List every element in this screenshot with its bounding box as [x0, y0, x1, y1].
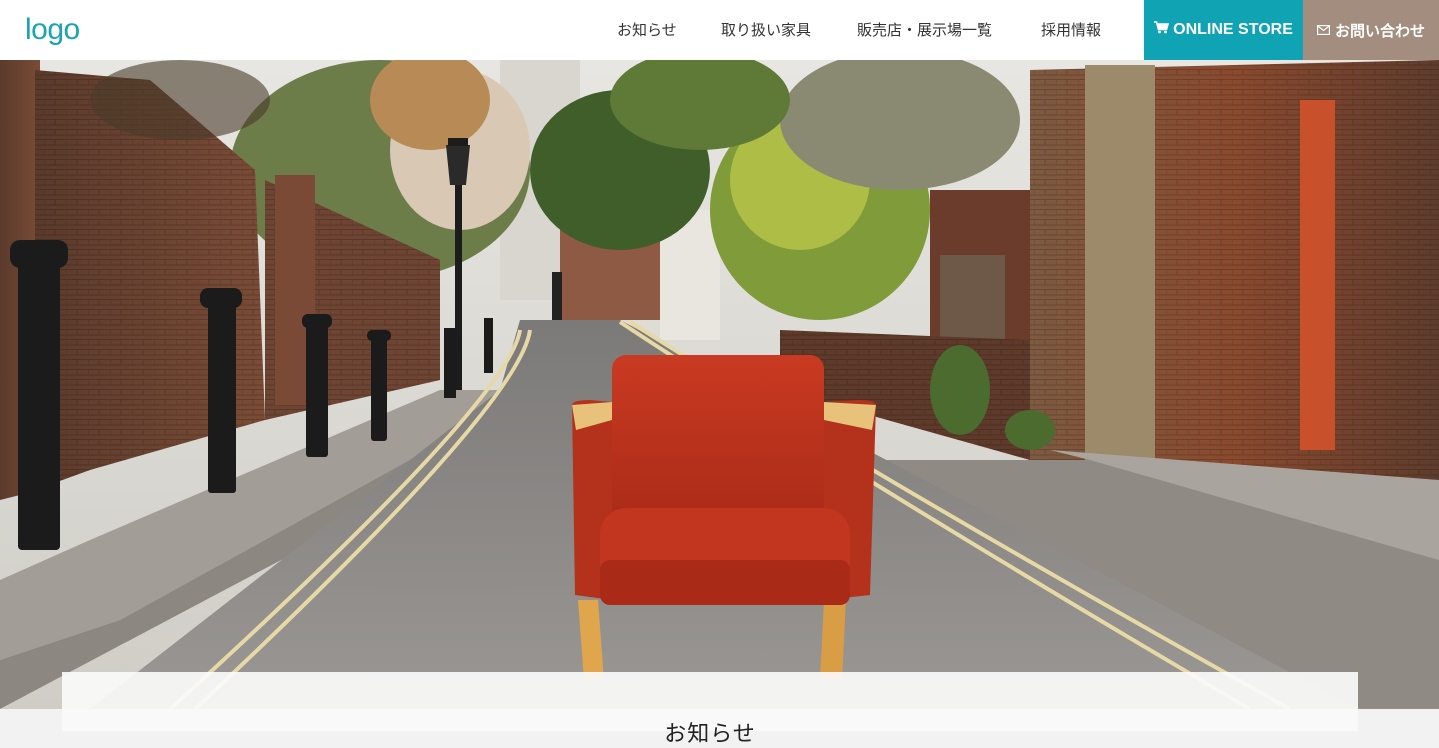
contact-button[interactable]: お問い合わせ — [1303, 0, 1439, 60]
hero-image — [0, 60, 1439, 709]
online-store-label: ONLINE STORE — [1173, 21, 1293, 38]
cart-icon — [1154, 21, 1170, 39]
online-store-button[interactable]: ONLINE STORE — [1144, 0, 1303, 60]
nav-item-furniture[interactable]: 取り扱い家具 — [721, 0, 811, 60]
news-section: お知らせ — [62, 672, 1358, 747]
site-header: logo お知らせ 取り扱い家具 販売店・展示場一覧 採用情報 ONLINE S… — [0, 0, 1439, 60]
news-heading: お知らせ — [664, 722, 756, 747]
nav-item-stores[interactable]: 販売店・展示場一覧 — [857, 0, 992, 60]
nav-item-recruit[interactable]: 採用情報 — [1041, 0, 1101, 60]
contact-label: お問い合わせ — [1334, 21, 1425, 40]
nav-item-news[interactable]: お知らせ — [617, 0, 677, 60]
envelope-icon — [1316, 21, 1330, 39]
site-logo[interactable]: logo — [25, 12, 80, 48]
